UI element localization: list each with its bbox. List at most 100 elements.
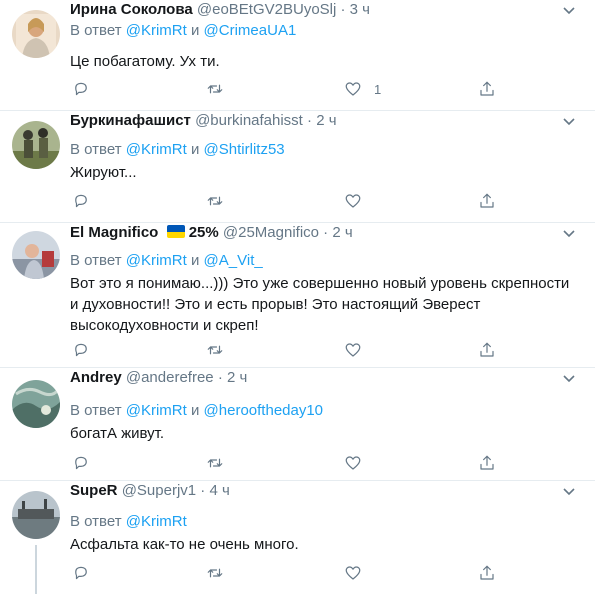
tweet-header: El Magnifico 25% @25Magnifico · 2 ч	[70, 223, 353, 243]
retweet-button[interactable]	[206, 191, 224, 211]
separator-dot: ·	[323, 224, 329, 241]
chevron-down-icon[interactable]	[561, 2, 577, 18]
avatar[interactable]	[12, 491, 60, 539]
retweet-icon	[207, 458, 223, 468]
mention-link[interactable]: @KrimRt	[126, 141, 187, 158]
tweet-actions	[70, 453, 500, 473]
mention-link[interactable]: @KrimRt	[126, 252, 187, 269]
tweet-text: Жируют...	[70, 164, 137, 181]
timestamp[interactable]: 2 ч	[316, 112, 336, 129]
mention-link[interactable]: @KrimRt	[126, 22, 187, 39]
retweet-button[interactable]	[206, 79, 224, 99]
separator-dot: ·	[307, 112, 313, 129]
avatar-image	[12, 491, 60, 539]
mention-link[interactable]: @herooftheday10	[204, 402, 323, 419]
tweet-header: Ирина Соколова @eoBEtGV2BUyoSlj · 3 ч	[70, 0, 370, 20]
share-icon	[480, 455, 494, 470]
avatar-image	[12, 380, 60, 428]
user-handle[interactable]: @anderefree	[126, 369, 214, 386]
avatar-image	[12, 10, 60, 58]
share-button[interactable]	[478, 191, 496, 211]
heart-icon	[345, 456, 361, 470]
reply-icon	[75, 194, 87, 208]
avatar[interactable]	[12, 380, 60, 428]
tweet-header: Буркинафашист @burkinafahisst · 2 ч	[70, 111, 337, 131]
tweet[interactable]: Andrey @anderefree · 2 ч В ответ @KrimRt…	[0, 368, 595, 480]
reply-context: В ответ @KrimRt и @herooftheday10	[70, 401, 323, 421]
tweet-text: Асфальта как-то не очень много.	[70, 536, 299, 553]
mention-link[interactable]: @KrimRt	[126, 513, 187, 530]
retweet-button[interactable]	[206, 340, 224, 360]
display-name[interactable]: Буркинафашист	[70, 112, 191, 129]
reply-context: В ответ @KrimRt и @CrimeaUA1	[70, 21, 296, 41]
display-name[interactable]: Andrey	[70, 369, 122, 386]
chevron-down-icon[interactable]	[561, 370, 577, 386]
tweet[interactable]: Буркинафашист @burkinafahisst · 2 ч В от…	[0, 111, 595, 222]
like-button[interactable]	[344, 563, 374, 583]
reply-and: и	[190, 402, 200, 419]
retweet-icon	[207, 345, 223, 355]
reply-button[interactable]	[72, 453, 90, 473]
tweet-actions	[70, 191, 500, 211]
user-handle[interactable]: @25Magnifico	[223, 224, 319, 241]
retweet-button[interactable]	[206, 563, 224, 583]
like-button[interactable]	[344, 340, 374, 360]
reply-prefix: В ответ	[70, 513, 122, 530]
tweet-actions	[70, 340, 500, 360]
share-button[interactable]	[478, 563, 496, 583]
reply-button[interactable]	[72, 191, 90, 211]
like-count: 1	[374, 81, 382, 97]
timestamp[interactable]: 2 ч	[332, 224, 352, 241]
tweet-actions: 1	[70, 79, 500, 99]
share-icon	[480, 342, 494, 357]
chevron-down-icon[interactable]	[561, 225, 577, 241]
user-handle[interactable]: @burkinafahisst	[195, 112, 303, 129]
like-button[interactable]: 1	[344, 79, 381, 99]
reply-context: В ответ @KrimRt	[70, 512, 187, 532]
tweet[interactable]: Ирина Соколова @eoBEtGV2BUyoSlj · 3 ч В …	[0, 0, 595, 110]
mention-link[interactable]: @CrimeaUA1	[204, 22, 297, 39]
display-name[interactable]: SupeR	[70, 482, 118, 499]
avatar-image	[12, 231, 60, 279]
share-icon	[480, 565, 494, 580]
timestamp[interactable]: 2 ч	[227, 369, 247, 386]
mention-link[interactable]: @Shtirlitz53	[204, 141, 285, 158]
reply-context: В ответ @KrimRt и @A_Vit_	[70, 251, 263, 271]
share-button[interactable]	[478, 79, 496, 99]
avatar[interactable]	[12, 10, 60, 58]
chevron-down-icon[interactable]	[561, 113, 577, 129]
display-name[interactable]: Ирина Соколова	[70, 1, 193, 18]
separator-dot: ·	[217, 369, 223, 386]
tweet-actions	[70, 563, 500, 583]
display-name[interactable]: El Magnifico	[70, 224, 158, 241]
like-button[interactable]	[344, 191, 374, 211]
share-icon	[480, 81, 494, 96]
avatar[interactable]	[12, 121, 60, 169]
like-button[interactable]	[344, 453, 374, 473]
share-button[interactable]	[478, 453, 496, 473]
mention-link[interactable]: @A_Vit_	[204, 252, 263, 269]
reply-icon	[75, 82, 87, 96]
heart-icon	[345, 566, 361, 580]
tweet[interactable]: El Magnifico 25% @25Magnifico · 2 ч В от…	[0, 223, 595, 367]
share-button[interactable]	[478, 340, 496, 360]
timestamp[interactable]: 3 ч	[350, 1, 370, 18]
reply-button[interactable]	[72, 563, 90, 583]
reply-button[interactable]	[72, 340, 90, 360]
user-handle[interactable]: @eoBEtGV2BUyoSlj	[197, 1, 336, 18]
reply-button[interactable]	[72, 79, 90, 99]
chevron-down-icon[interactable]	[561, 483, 577, 499]
avatar[interactable]	[12, 231, 60, 279]
mention-link[interactable]: @KrimRt	[126, 402, 187, 419]
timestamp[interactable]: 4 ч	[209, 482, 229, 499]
retweet-button[interactable]	[206, 453, 224, 473]
tweet-text: Вот это я понимаю...))) Это уже совершен…	[70, 275, 570, 334]
reply-context: В ответ @KrimRt и @Shtirlitz53	[70, 140, 285, 160]
reply-prefix: В ответ	[70, 252, 122, 269]
reply-icon	[75, 456, 87, 470]
user-handle[interactable]: @Superjv1	[122, 482, 196, 499]
retweet-icon	[207, 84, 223, 94]
reply-and: и	[190, 22, 200, 39]
tweet[interactable]: SupeR @Superjv1 · 4 ч В ответ @KrimRt Ас…	[0, 481, 595, 594]
share-icon	[480, 193, 494, 208]
